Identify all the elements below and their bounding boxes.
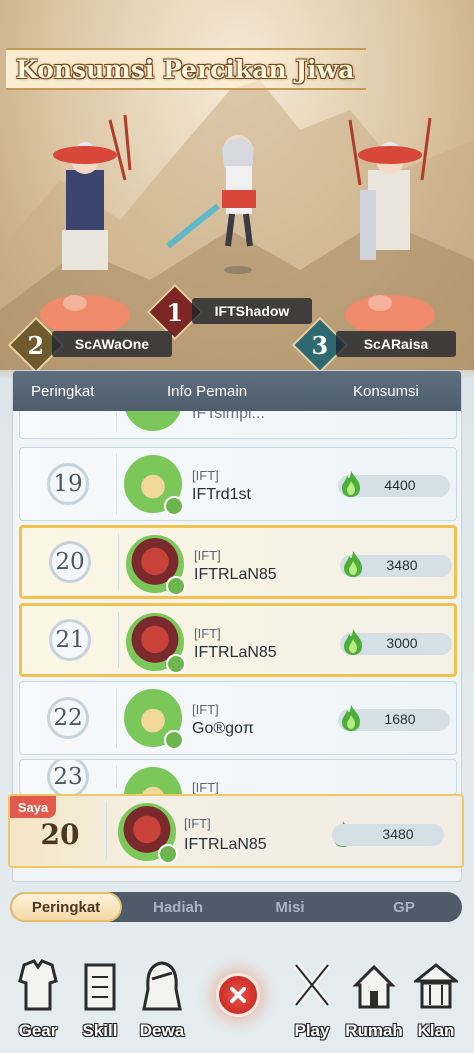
row-divider bbox=[116, 766, 117, 788]
hero-rank-1 bbox=[166, 135, 256, 274]
house-icon bbox=[352, 964, 396, 1009]
guild-tag: [IFT] bbox=[194, 626, 221, 641]
hero-head-icon bbox=[142, 961, 182, 1011]
tab-bar: Peringkat Hadiah Misi GP bbox=[10, 892, 462, 922]
row-divider bbox=[118, 534, 119, 590]
nav-rumah-label: Rumah bbox=[345, 1021, 403, 1040]
close-button[interactable] bbox=[216, 973, 260, 1017]
rank-cell: 22 bbox=[20, 682, 116, 754]
rank-cell: 19 bbox=[20, 448, 116, 520]
nav-rumah-button[interactable]: Rumah bbox=[342, 955, 406, 1047]
guild-tag: [IFT] bbox=[192, 780, 219, 795]
rank-number: 21 bbox=[49, 619, 91, 661]
nav-dewa-button[interactable]: Dewa bbox=[130, 955, 194, 1047]
mini-badge-icon bbox=[166, 654, 186, 674]
rank-cell: 23 bbox=[20, 760, 116, 794]
table-row[interactable]: 22 [IFT] Go®goπ 1680 bbox=[19, 681, 457, 755]
row-divider bbox=[118, 612, 119, 668]
my-player-name: IFTRLaN85 bbox=[184, 836, 267, 853]
guild-tag: [IFT] bbox=[192, 702, 219, 717]
my-rank-row[interactable]: Saya 20 [IFT] IFTRLaN85 3480 bbox=[8, 794, 464, 868]
nav-play-label: Play bbox=[294, 1021, 330, 1040]
mini-badge-icon bbox=[158, 844, 178, 864]
my-rank-number: 20 bbox=[40, 818, 80, 851]
row-divider bbox=[116, 688, 117, 748]
header-rank: Peringkat bbox=[31, 383, 95, 400]
row-divider bbox=[116, 411, 117, 432]
player-name: IFTRLaN85 bbox=[194, 566, 277, 583]
rank-cell: 21 bbox=[22, 606, 118, 674]
player-name: Go®goπ bbox=[192, 720, 254, 737]
nav-gear-button[interactable]: Gear bbox=[6, 955, 70, 1047]
rank-3-name: ScARaisa bbox=[336, 331, 456, 357]
nav-play-button[interactable]: Play bbox=[280, 955, 344, 1047]
nav-skill-label: Skill bbox=[82, 1021, 118, 1040]
nav-dewa-label: Dewa bbox=[139, 1021, 185, 1040]
crossed-swords-icon bbox=[293, 962, 331, 1008]
my-guild-tag: [IFT] bbox=[184, 816, 211, 831]
tab-misi[interactable]: Misi bbox=[234, 892, 346, 922]
guild-tag: [IFT] bbox=[194, 548, 221, 563]
page-title: Konsumsi Percikan Jiwa bbox=[16, 54, 355, 84]
avatar bbox=[124, 411, 182, 431]
tab-peringkat[interactable]: Peringkat bbox=[10, 892, 122, 922]
tab-gp[interactable]: GP bbox=[346, 892, 462, 922]
rank-1-name: IFTShadow bbox=[192, 298, 312, 324]
scroll-icon bbox=[84, 963, 116, 1011]
mini-badge-icon bbox=[164, 730, 184, 750]
rank-cell: 20 bbox=[22, 528, 118, 596]
podium-scene: Konsumsi Percikan Jiwa 1 IFTShadow 2 ScA… bbox=[0, 0, 474, 370]
score-value: 4400 bbox=[384, 477, 416, 493]
score-value: 1680 bbox=[384, 711, 416, 727]
player-name: IFTrd1st bbox=[192, 486, 251, 503]
rank-number: 23 bbox=[47, 760, 89, 794]
table-row[interactable]: 20 [IFT] IFTRLaN85 3480 bbox=[19, 525, 457, 599]
bottom-nav: Gear Skill Dewa Play Rumah Klan bbox=[0, 945, 474, 1053]
soul-flame-icon bbox=[344, 551, 362, 577]
rank-number: 19 bbox=[47, 463, 89, 505]
table-row[interactable]: 21 [IFT] IFTRLaN85 3000 bbox=[19, 603, 457, 677]
player-avatar[interactable] bbox=[124, 767, 182, 794]
mini-badge-icon bbox=[164, 496, 184, 516]
clan-hall-icon bbox=[414, 963, 458, 1009]
nav-klan-label: Klan bbox=[417, 1021, 455, 1040]
tab-hadiah[interactable]: Hadiah bbox=[122, 892, 234, 922]
soul-flame-icon bbox=[342, 471, 360, 497]
hero-rank-2 bbox=[40, 114, 132, 335]
table-header: Peringkat Info Pemain Konsumsi bbox=[13, 371, 461, 411]
my-score-value: 3480 bbox=[382, 826, 414, 842]
nav-skill-button[interactable]: Skill bbox=[68, 955, 132, 1047]
nav-gear-label: Gear bbox=[18, 1021, 58, 1040]
saya-tag: Saya bbox=[10, 796, 56, 818]
score-value: 3480 bbox=[386, 557, 418, 573]
close-icon bbox=[230, 987, 246, 1003]
soul-flame-icon bbox=[344, 629, 362, 655]
hero-rank-3 bbox=[345, 117, 435, 335]
score-value: 3000 bbox=[386, 635, 418, 651]
guild-tag: [IFT] bbox=[192, 468, 219, 483]
rank-number: 22 bbox=[47, 697, 89, 739]
nav-klan-button[interactable]: Klan bbox=[404, 955, 468, 1047]
player-name: IFTRLaN85 bbox=[194, 644, 277, 661]
rank-2-name: ScAWaOne bbox=[52, 331, 172, 357]
header-info: Info Pemain bbox=[167, 383, 248, 400]
rank-number: 20 bbox=[49, 541, 91, 583]
header-score: Konsumsi bbox=[353, 383, 419, 400]
armor-icon bbox=[18, 959, 58, 1011]
title-banner: Konsumsi Percikan Jiwa bbox=[6, 48, 366, 90]
row-divider bbox=[116, 454, 117, 514]
mini-badge-icon bbox=[166, 576, 186, 596]
table-row[interactable]: 19 [IFT] IFTrd1st 4400 bbox=[19, 447, 457, 521]
row-divider bbox=[106, 802, 107, 860]
table-row-partial[interactable]: IFTsimpl... bbox=[19, 411, 457, 439]
soul-flame-icon bbox=[342, 705, 360, 731]
player-name: IFTsimpl... bbox=[192, 411, 265, 422]
table-row[interactable]: 23 [IFT] bbox=[19, 759, 457, 795]
